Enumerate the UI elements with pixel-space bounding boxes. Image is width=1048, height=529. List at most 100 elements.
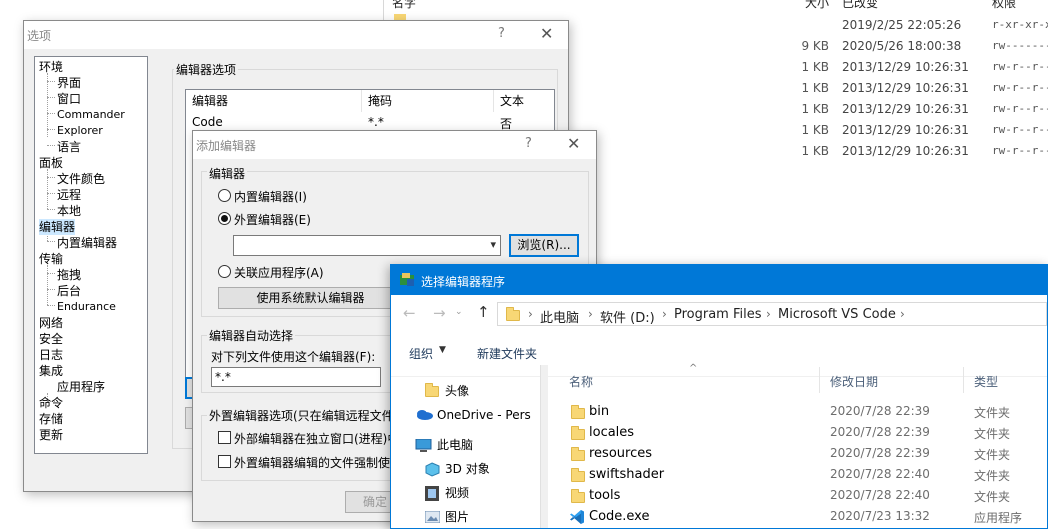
tree-item-integration[interactable]: 集成 (39, 363, 63, 379)
file-row[interactable]: 1 KB 2013/12/29 10:26:31 rw-r--r-- (760, 78, 1048, 99)
add-editor-title: 添加编辑器 (196, 139, 257, 153)
tree-item-local[interactable]: 本地 (57, 203, 81, 219)
organize-menu[interactable]: 组织 (409, 345, 433, 362)
sort-caret-icon: ^ (689, 363, 698, 374)
file-row-bin[interactable]: bin 2020/7/28 22:39 文件夹 (549, 402, 1047, 423)
file-row[interactable]: 1 KB 2013/12/29 10:26:31 rw-r--r-- (760, 141, 1048, 162)
column-header-name[interactable]: 名字 (392, 0, 416, 11)
use-default-editor-button[interactable]: 使用系统默认编辑器 (218, 287, 403, 309)
file-row-resources[interactable]: resources 2020/7/28 22:39 文件夹 (549, 444, 1047, 465)
tree-item-language[interactable]: 语言 (57, 139, 81, 155)
column-header-modified[interactable]: 已改变 (842, 0, 878, 11)
tree-item-background[interactable]: 后台 (57, 283, 81, 299)
breadcrumb-this-pc[interactable]: 此电脑 (540, 307, 579, 326)
help-button[interactable]: ? (525, 136, 532, 151)
external-editor-path-combo[interactable]: ▾ (233, 235, 501, 256)
tree-item-logging[interactable]: 日志 (39, 347, 63, 363)
column-header-type[interactable]: 类型 (974, 373, 998, 390)
tree-item-storage[interactable]: 存储 (39, 411, 63, 427)
tree-item-security[interactable]: 安全 (39, 331, 63, 347)
file-row-code-exe[interactable]: Code.exe 2020/7/23 13:32 应用程序 (549, 507, 1047, 528)
chevron-right-icon[interactable]: › (588, 307, 593, 321)
close-icon[interactable]: ✕ (567, 134, 580, 153)
file-row-tools[interactable]: tools 2020/7/28 22:40 文件夹 (549, 486, 1047, 507)
chevron-right-icon[interactable]: › (766, 307, 771, 321)
checkbox-force-text[interactable] (218, 455, 231, 468)
tree-item-environment[interactable]: 环境 (39, 59, 63, 75)
radio-internal-label[interactable]: 内置编辑器(I) (234, 188, 307, 205)
radio-external-editor[interactable] (218, 212, 231, 225)
file-picker-titlebar[interactable]: 选择编辑器程序 (391, 265, 1047, 295)
column-header-editor[interactable]: 编辑器 (186, 90, 362, 112)
tree-item-interface[interactable]: 界面 (57, 75, 81, 91)
tree-item-network[interactable]: 网络 (39, 315, 63, 331)
checkbox-force-text-label[interactable]: 外置编辑器编辑的文件强制使 (234, 454, 390, 471)
new-folder-button[interactable]: 新建文件夹 (477, 345, 537, 362)
options-titlebar[interactable]: 选项 ? ✕ (24, 21, 568, 49)
radio-external-label[interactable]: 外置编辑器(E) (234, 211, 311, 228)
tree-item-file-colors[interactable]: 文件颜色 (57, 171, 105, 187)
file-list[interactable]: ^ 名称 修改日期 类型 bin 2020/7/28 22:39 文件夹 loc… (549, 363, 1047, 528)
cube-icon (425, 462, 440, 477)
chevron-down-icon[interactable]: ▾ (490, 238, 496, 251)
add-editor-titlebar[interactable]: 添加编辑器 ? ✕ (193, 131, 596, 159)
back-arrow-icon[interactable]: ← (403, 304, 416, 322)
tree-item-commands[interactable]: 命令 (39, 395, 63, 411)
file-row[interactable]: 1 KB 2013/12/29 10:26:31 rw-r--r-- (760, 99, 1048, 120)
file-row[interactable]: 9 KB 2020/5/26 18:00:38 rw------- (760, 36, 1048, 57)
checkbox-own-window[interactable] (218, 431, 231, 444)
column-header-perms[interactable]: 权限 (992, 0, 1016, 11)
tree-item-editors[interactable]: 编辑器 (39, 219, 76, 235)
breadcrumb-vscode[interactable]: Microsoft VS Code (778, 307, 896, 322)
tree-item-endurance[interactable]: Endurance (57, 299, 116, 315)
chevron-right-icon[interactable]: › (900, 307, 905, 321)
file-row-swiftshader[interactable]: swiftshader 2020/7/28 22:40 文件夹 (549, 465, 1047, 486)
column-header-date[interactable]: 修改日期 (830, 373, 878, 390)
column-header-mask[interactable]: 掩码 (362, 90, 494, 112)
forward-arrow-icon[interactable]: → (433, 304, 446, 322)
autoselect-group-label: 编辑器自动选择 (207, 327, 296, 344)
tree-item-updates[interactable]: 更新 (39, 427, 63, 443)
external-options-label: 外置编辑器选项(只在编辑远程文件 (207, 407, 396, 424)
tree-item-drag-drop[interactable]: 拖拽 (57, 267, 81, 283)
browse-button[interactable]: 浏览(R)... (509, 234, 579, 257)
chevron-right-icon[interactable]: › (528, 307, 533, 321)
file-mask-input[interactable]: *.* (211, 367, 381, 387)
column-header-text[interactable]: 文本 (494, 90, 556, 112)
app-icon (400, 273, 414, 286)
dropdown-arrow-icon[interactable]: ▼ (439, 345, 446, 355)
navigation-pane[interactable]: 头像 OneDrive - Pers 此电脑 3D 对象 视频 图片 (391, 377, 539, 528)
breadcrumb-program-files[interactable]: Program Files (674, 307, 762, 322)
chevron-right-icon[interactable]: › (662, 307, 667, 321)
editor-list-row[interactable]: Code *.* 否 (186, 112, 554, 132)
file-row[interactable]: 1 KB 2013/12/29 10:26:31 rw-r--r-- (760, 120, 1048, 141)
recent-locations-icon[interactable]: ⌄ (455, 307, 463, 317)
file-row[interactable]: 1 KB 2013/12/29 10:26:31 rw-r--r-- (760, 57, 1048, 78)
tree-item-transfer[interactable]: 传输 (39, 251, 63, 267)
tree-item-internal-editor[interactable]: 内置编辑器 (57, 235, 117, 251)
file-row-locales[interactable]: locales 2020/7/28 22:39 文件夹 (549, 423, 1047, 444)
tree-item-panels[interactable]: 面板 (39, 155, 63, 171)
tree-connector (47, 169, 48, 209)
help-button[interactable]: ? (498, 26, 505, 41)
column-header-name[interactable]: 名称 (569, 373, 593, 390)
tree-item-window[interactable]: 窗口 (57, 91, 81, 107)
address-bar[interactable]: › 此电脑 › 软件 (D:) › Program Files › Micros… (497, 302, 1047, 326)
up-arrow-icon[interactable]: ↑ (477, 303, 490, 321)
checkbox-own-window-label[interactable]: 外部编辑器在独立窗口(进程)中 (234, 430, 399, 447)
radio-associated-app[interactable] (218, 265, 231, 278)
tree-item-commander[interactable]: Commander (57, 107, 125, 123)
file-row[interactable]: 2019/2/25 22:05:26 r-xr-xr-x (760, 15, 1048, 36)
close-icon[interactable]: ✕ (540, 24, 553, 43)
tree-item-remote[interactable]: 远程 (57, 187, 81, 203)
editor-options-label: 编辑器选项 (174, 61, 239, 78)
nav-pane-scrollbar[interactable] (540, 365, 548, 528)
breadcrumb-drive-d[interactable]: 软件 (D:) (600, 307, 655, 326)
tree-item-explorer[interactable]: Explorer (57, 123, 103, 139)
column-header-size[interactable]: 大小 (805, 0, 829, 11)
radio-associated-label[interactable]: 关联应用程序(A) (234, 264, 324, 281)
tree-item-applications[interactable]: 应用程序 (57, 379, 105, 395)
options-category-tree[interactable]: 环境 界面 窗口 Commander Explorer 语言 面板 文件颜色 远… (34, 56, 148, 454)
radio-internal-editor[interactable] (218, 189, 231, 202)
file-picker-title: 选择编辑器程序 (421, 275, 506, 289)
